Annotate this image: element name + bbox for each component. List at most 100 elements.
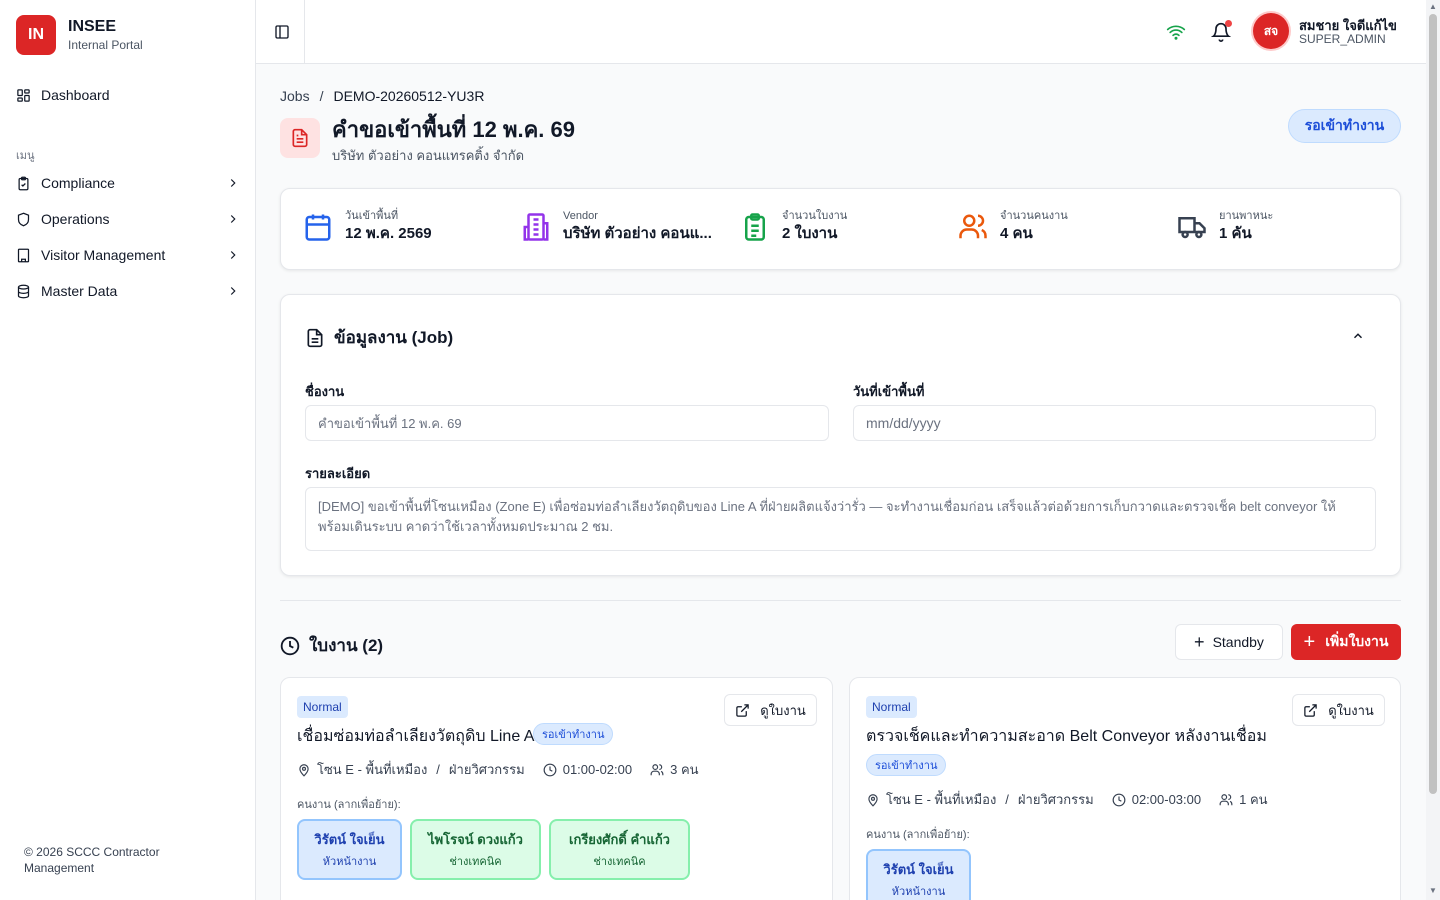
worksheet-meta: โซน E - พื้นที่เหมือง / ฝ่ายวิศวกรรม 01:… — [297, 759, 699, 780]
chevron-right-icon — [230, 179, 236, 187]
brand-name: INSEE — [68, 18, 117, 35]
sidebar-item-compliance[interactable]: Compliance — [16, 171, 240, 195]
sidebar-footer: © 2026 SCCC Contractor Management — [24, 845, 160, 875]
priority-badge: Normal — [866, 696, 917, 718]
job-name-label: ชื่องาน — [305, 384, 345, 399]
job-info-title: ข้อมูลงาน (Job) — [334, 328, 454, 347]
summary-stats-card: วันเข้าพื้นที่ 12 พ.ค. 2569 Vendor บริษัท … — [280, 188, 1401, 270]
entry-date-input[interactable]: mm/dd/yyyy — [853, 405, 1376, 441]
sidebar-item-visitor-management[interactable]: Visitor Management — [16, 243, 240, 267]
stat-value: 4 คน — [1000, 225, 1033, 242]
page-subtitle: บริษัท ตัวอย่าง คอนแทรคติ้ง จำกัด — [332, 148, 525, 163]
building-icon — [523, 213, 549, 241]
worker-chip[interactable]: วิรัตน์ ใจเย็น หัวหน้างาน — [297, 819, 402, 880]
worksheets-header: ใบงาน (2) — [280, 632, 383, 659]
stat-value: 1 คัน — [1219, 225, 1252, 242]
priority-badge: Normal — [297, 696, 348, 718]
add-worksheet-button[interactable]: + เพิ่มใบงาน — [1291, 624, 1401, 660]
stat-worksheets: จำนวนใบงาน 2 ใบงาน — [740, 209, 847, 245]
worksheet-department: ฝ่ายวิศวกรรม — [1017, 792, 1094, 807]
user-role: SUPER_ADMIN — [1299, 32, 1386, 46]
document-icon — [280, 118, 320, 158]
sidebar-item-label: Dashboard — [41, 87, 110, 103]
view-worksheet-label: ดูใบงาน — [760, 702, 806, 718]
clock-icon — [543, 763, 557, 776]
workers-label: คนงาน (ลากเพื่อย้าย): — [866, 829, 970, 841]
stat-value: 2 ใบงาน — [782, 225, 838, 242]
map-pin-icon — [299, 763, 309, 777]
sidebar-item-dashboard[interactable]: Dashboard — [16, 83, 240, 107]
worker-role: หัวหน้างาน — [891, 886, 946, 898]
worksheet-meta: โซน E - พื้นที่เหมือง / ฝ่ายวิศวกรรม 02:… — [866, 789, 1268, 810]
external-link-icon — [1304, 703, 1317, 717]
database-icon — [17, 284, 30, 298]
wifi-icon — [1166, 25, 1186, 40]
worker-role: ช่างเทคนิค — [593, 856, 646, 868]
stat-label: ยานพาหนะ — [1219, 210, 1274, 222]
topbar-divider — [304, 0, 305, 64]
brand-logo: IN — [16, 15, 56, 55]
worker-role: หัวหน้างาน — [322, 856, 377, 868]
sidebar-toggle-icon[interactable] — [274, 24, 290, 40]
worksheet-people: 3 คน — [670, 762, 699, 777]
users-icon — [650, 763, 664, 775]
clock-icon — [280, 636, 300, 655]
avatar[interactable]: สจ — [1253, 13, 1289, 49]
plus-icon: + — [1194, 632, 1205, 652]
sidebar: IN INSEE Internal Portal Dashboard เมนู … — [0, 0, 256, 900]
worker-chip[interactable]: ไพโรจน์ ดวงแก้ว ช่างเทคนิค — [410, 819, 541, 880]
scroll-thumb[interactable] — [1429, 14, 1437, 794]
file-text-icon — [307, 328, 323, 347]
worker-name: วิรัตน์ ใจเย็น — [314, 832, 385, 847]
job-info-header[interactable]: ข้อมูลงาน (Job) — [305, 324, 453, 351]
clock-icon — [1112, 793, 1126, 806]
chevron-up-icon[interactable] — [1351, 329, 1365, 343]
worksheet-time: 01:00-02:00 — [562, 762, 633, 777]
breadcrumb-separator: / — [319, 88, 324, 104]
plus-icon: + — [1303, 631, 1316, 653]
page-title: คำขอเข้าพื้นที่ 12 พ.ค. 69 — [332, 117, 575, 142]
worksheet-card[interactable]: Normal ดูใบงาน ตรวจเช็คและทำความสะอาด Be… — [849, 677, 1401, 900]
worksheet-people: 1 คน — [1239, 792, 1268, 807]
external-link-icon — [736, 703, 749, 717]
sidebar-item-master-data[interactable]: Master Data — [16, 279, 240, 303]
brand-subtitle: Internal Portal — [68, 38, 143, 52]
worker-role: ช่างเทคนิค — [449, 856, 502, 868]
scroll-up-arrow[interactable]: ▲ — [1429, 2, 1437, 12]
status-badge: รอเข้าทำงาน — [1288, 109, 1401, 143]
sidebar-item-label: Visitor Management — [41, 247, 166, 263]
view-worksheet-button[interactable]: ดูใบงาน — [724, 694, 817, 726]
chevron-right-icon — [230, 215, 236, 223]
shield-icon — [17, 212, 30, 226]
stat-label: วันเข้าพื้นที่ — [345, 210, 399, 222]
scrollbar[interactable]: ▲ ▼ — [1426, 0, 1440, 900]
worker-name: วิรัตน์ ใจเย็น — [883, 862, 954, 877]
worksheet-card[interactable]: Normal ดูใบงาน เชื่อมซ่อมท่อลำเลียงวัตถุ… — [280, 677, 833, 900]
standby-button[interactable]: + Standby — [1175, 624, 1283, 660]
sidebar-item-label: Operations — [41, 211, 110, 227]
layout-grid-icon — [17, 88, 30, 102]
worksheet-status-badge: รอเข้าทำงาน — [866, 754, 947, 776]
worksheet-department: ฝ่ายวิศวกรรม — [448, 762, 525, 777]
sidebar-item-label: Compliance — [41, 175, 115, 191]
menu-section-label: เมนู — [16, 150, 35, 162]
stat-value: บริษัท ตัวอย่าง คอนแ... — [563, 225, 712, 242]
worksheet-location: โซน E - พื้นที่เหมือง — [317, 762, 428, 777]
breadcrumb-jobs-link[interactable]: Jobs — [280, 88, 310, 104]
users-icon — [1219, 793, 1233, 805]
brand[interactable]: IN INSEE Internal Portal — [16, 15, 143, 55]
users-icon — [959, 214, 987, 239]
job-name-input[interactable]: คำขอเข้าพื้นที่ 12 พ.ค. 69 — [305, 405, 829, 441]
meta-separator: / — [436, 762, 440, 777]
chevron-right-icon — [230, 287, 236, 295]
worksheet-title: ตรวจเช็คและทำความสะอาด Belt Conveyor หลั… — [866, 728, 1267, 745]
worksheets-title: ใบงาน (2) — [309, 636, 384, 655]
sidebar-item-label: Master Data — [41, 283, 118, 299]
view-worksheet-button[interactable]: ดูใบงาน — [1292, 694, 1385, 726]
worker-chip[interactable]: วิรัตน์ ใจเย็น หัวหน้างาน — [866, 849, 971, 900]
sidebar-item-operations[interactable]: Operations — [16, 207, 240, 231]
worker-chip[interactable]: เกรียงศักดิ์ คำแก้ว ช่างเทคนิค — [549, 819, 690, 880]
scroll-down-arrow[interactable]: ▼ — [1429, 886, 1437, 896]
detail-textarea[interactable]: [DEMO] ขอเข้าพื้นที่โซนเหมือง (Zone E) เ… — [305, 487, 1376, 551]
chevron-right-icon — [230, 251, 236, 259]
